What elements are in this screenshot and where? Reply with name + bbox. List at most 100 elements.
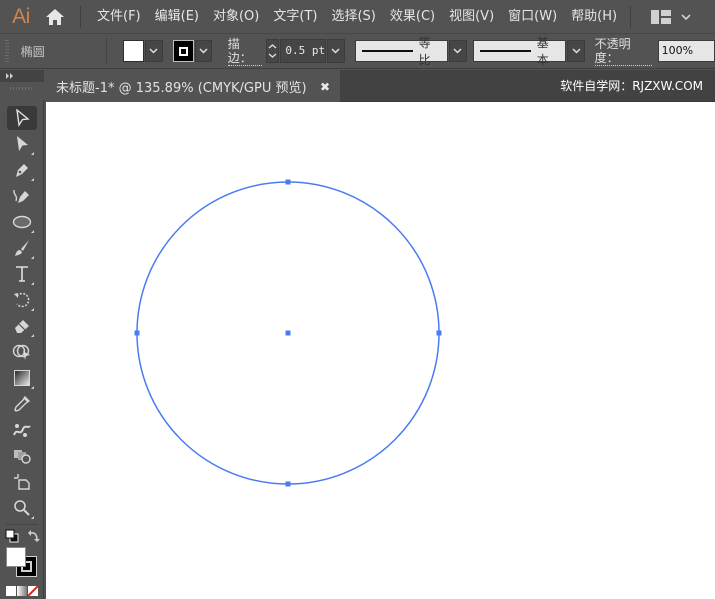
- variable-width-profile[interactable]: 等比: [354, 36, 449, 67]
- menu-help[interactable]: 帮助(H): [564, 0, 624, 33]
- illustrator-window: Ai 文件(F) 编辑(E) 对象(O) 文字(T) 选择(S) 效果(C) 视…: [0, 0, 715, 599]
- tool-group-indicator: [31, 230, 34, 233]
- zoom-tool[interactable]: [7, 496, 37, 520]
- control-bar: 椭圆 描边： 0.5 pt 等比 基本 不透明度： 100%: [0, 33, 715, 69]
- menu-type[interactable]: 文字(T): [266, 0, 324, 33]
- toolbar-separator: [6, 524, 38, 525]
- gradient-tool[interactable]: [7, 366, 37, 390]
- type-tool[interactable]: [7, 262, 37, 286]
- rotate-icon: [14, 292, 30, 308]
- fill-swatch[interactable]: [123, 40, 145, 62]
- panel-grip[interactable]: [5, 40, 9, 62]
- stroke-dropdown[interactable]: [194, 40, 212, 62]
- eraser-icon: [15, 320, 29, 333]
- stroke-weight-dropdown[interactable]: [327, 39, 345, 63]
- tool-group-indicator: [31, 282, 34, 285]
- fill-dropdown[interactable]: [145, 40, 163, 62]
- color-mode-buttons: [6, 586, 38, 596]
- stroke-panel-link[interactable]: 描边：: [227, 37, 262, 66]
- artboard-icon: [14, 474, 30, 490]
- default-fill-stroke-button[interactable]: [5, 528, 19, 543]
- chevron-down-icon: [571, 48, 581, 54]
- variable-width-dropdown[interactable]: [449, 40, 467, 62]
- gradient-button[interactable]: [17, 586, 27, 596]
- menu-effect[interactable]: 效果(C): [383, 0, 442, 33]
- swap-fill-stroke-button[interactable]: [27, 528, 41, 542]
- brush-dropdown[interactable]: [567, 40, 585, 62]
- chevron-down-icon: [149, 48, 158, 54]
- artboard-canvas[interactable]: [46, 102, 715, 599]
- stroke-swatch-inner: [178, 46, 188, 56]
- menu-object[interactable]: 对象(O): [206, 0, 266, 33]
- menu-file[interactable]: 文件(F): [87, 0, 148, 33]
- blend-icon: [14, 450, 31, 464]
- home-button[interactable]: [36, 0, 74, 33]
- tool-group-indicator: [31, 386, 34, 389]
- brush-definition[interactable]: 基本: [472, 36, 567, 67]
- color-button[interactable]: [6, 586, 16, 596]
- selection-tool[interactable]: [7, 106, 37, 130]
- type-icon: [16, 266, 28, 282]
- direct-selection-tool[interactable]: [7, 132, 37, 156]
- eraser-tool[interactable]: [7, 314, 37, 338]
- menu-separator: [80, 5, 81, 28]
- opacity-panel-link[interactable]: 不透明度：: [594, 37, 652, 66]
- menu-edit[interactable]: 编辑(E): [148, 0, 206, 33]
- eyedropper-tool[interactable]: [7, 392, 37, 416]
- shape-builder-tool[interactable]: [7, 340, 37, 364]
- default-colors-icon: [5, 529, 19, 543]
- fill-color-box[interactable]: [6, 547, 26, 567]
- artboard-tool[interactable]: [7, 470, 37, 494]
- menu-separator: [630, 5, 632, 28]
- curvature-pen-icon: [13, 189, 29, 203]
- none-button[interactable]: [28, 586, 38, 596]
- ellipse-tool[interactable]: [7, 210, 37, 234]
- blend-tool[interactable]: [7, 444, 37, 468]
- menu-bar: Ai 文件(F) 编辑(E) 对象(O) 文字(T) 选择(S) 效果(C) 视…: [0, 0, 715, 33]
- pen-tool[interactable]: [7, 158, 37, 182]
- app-logo: Ai: [12, 4, 30, 28]
- anchor-point-bottom[interactable]: [285, 481, 291, 487]
- anchor-point-right[interactable]: [436, 330, 442, 336]
- canvas-drawing: [134, 179, 442, 487]
- stroke-weight-input[interactable]: 0.5 pt: [280, 39, 327, 63]
- tool-group-indicator: [31, 334, 34, 337]
- ellipse-icon: [12, 215, 32, 229]
- selected-object-type: 椭圆: [20, 44, 45, 59]
- puppet-warp-tool[interactable]: [7, 418, 37, 442]
- document-tab-bar: 未标题-1* @ 135.89% (CMYK/GPU 预览) ✖ 软件自学网：R…: [46, 70, 715, 102]
- menu-window[interactable]: 窗口(W): [501, 0, 564, 33]
- close-icon[interactable]: ✖: [320, 80, 330, 94]
- stroke-preview-line: [361, 50, 413, 52]
- chevron-down-icon: [681, 13, 691, 20]
- document-tab[interactable]: 未标题-1* @ 135.89% (CMYK/GPU 预览) ✖: [46, 70, 340, 102]
- none-slash-icon: [28, 586, 38, 596]
- center-point[interactable]: [285, 330, 291, 336]
- home-icon: [46, 8, 64, 25]
- direct-selection-arrow-icon: [17, 136, 28, 151]
- brush-label: 基本: [536, 36, 549, 67]
- toolbar-collapse-strip[interactable]: [0, 70, 44, 82]
- stroke-swatch[interactable]: [172, 40, 194, 62]
- paintbrush-tool[interactable]: [7, 236, 37, 260]
- anchor-point-top[interactable]: [285, 179, 291, 185]
- workspace-layout-icon: [651, 9, 672, 24]
- toolbar-grip[interactable]: [10, 87, 32, 90]
- menu-select[interactable]: 选择(S): [324, 0, 382, 33]
- anchor-point-left[interactable]: [134, 330, 140, 336]
- curvature-tool[interactable]: [7, 184, 37, 208]
- workspace-switcher[interactable]: [645, 0, 697, 33]
- eyedropper-icon: [14, 395, 31, 412]
- tool-group-indicator: [31, 308, 34, 311]
- opacity-input[interactable]: 100%: [657, 40, 715, 62]
- magnifier-icon: [14, 500, 30, 516]
- rotate-tool[interactable]: [7, 288, 37, 312]
- menu-view[interactable]: 视图(V): [442, 0, 501, 33]
- tools-panel: [0, 100, 44, 599]
- shape-builder-icon: [12, 344, 30, 360]
- tool-group-indicator: [31, 152, 34, 155]
- chevron-up-icon: [268, 44, 277, 49]
- stroke-weight-stepper[interactable]: [265, 39, 280, 63]
- watermark-text: 软件自学网：RJZXW.COM: [560, 79, 703, 93]
- tool-group-indicator: [31, 256, 34, 259]
